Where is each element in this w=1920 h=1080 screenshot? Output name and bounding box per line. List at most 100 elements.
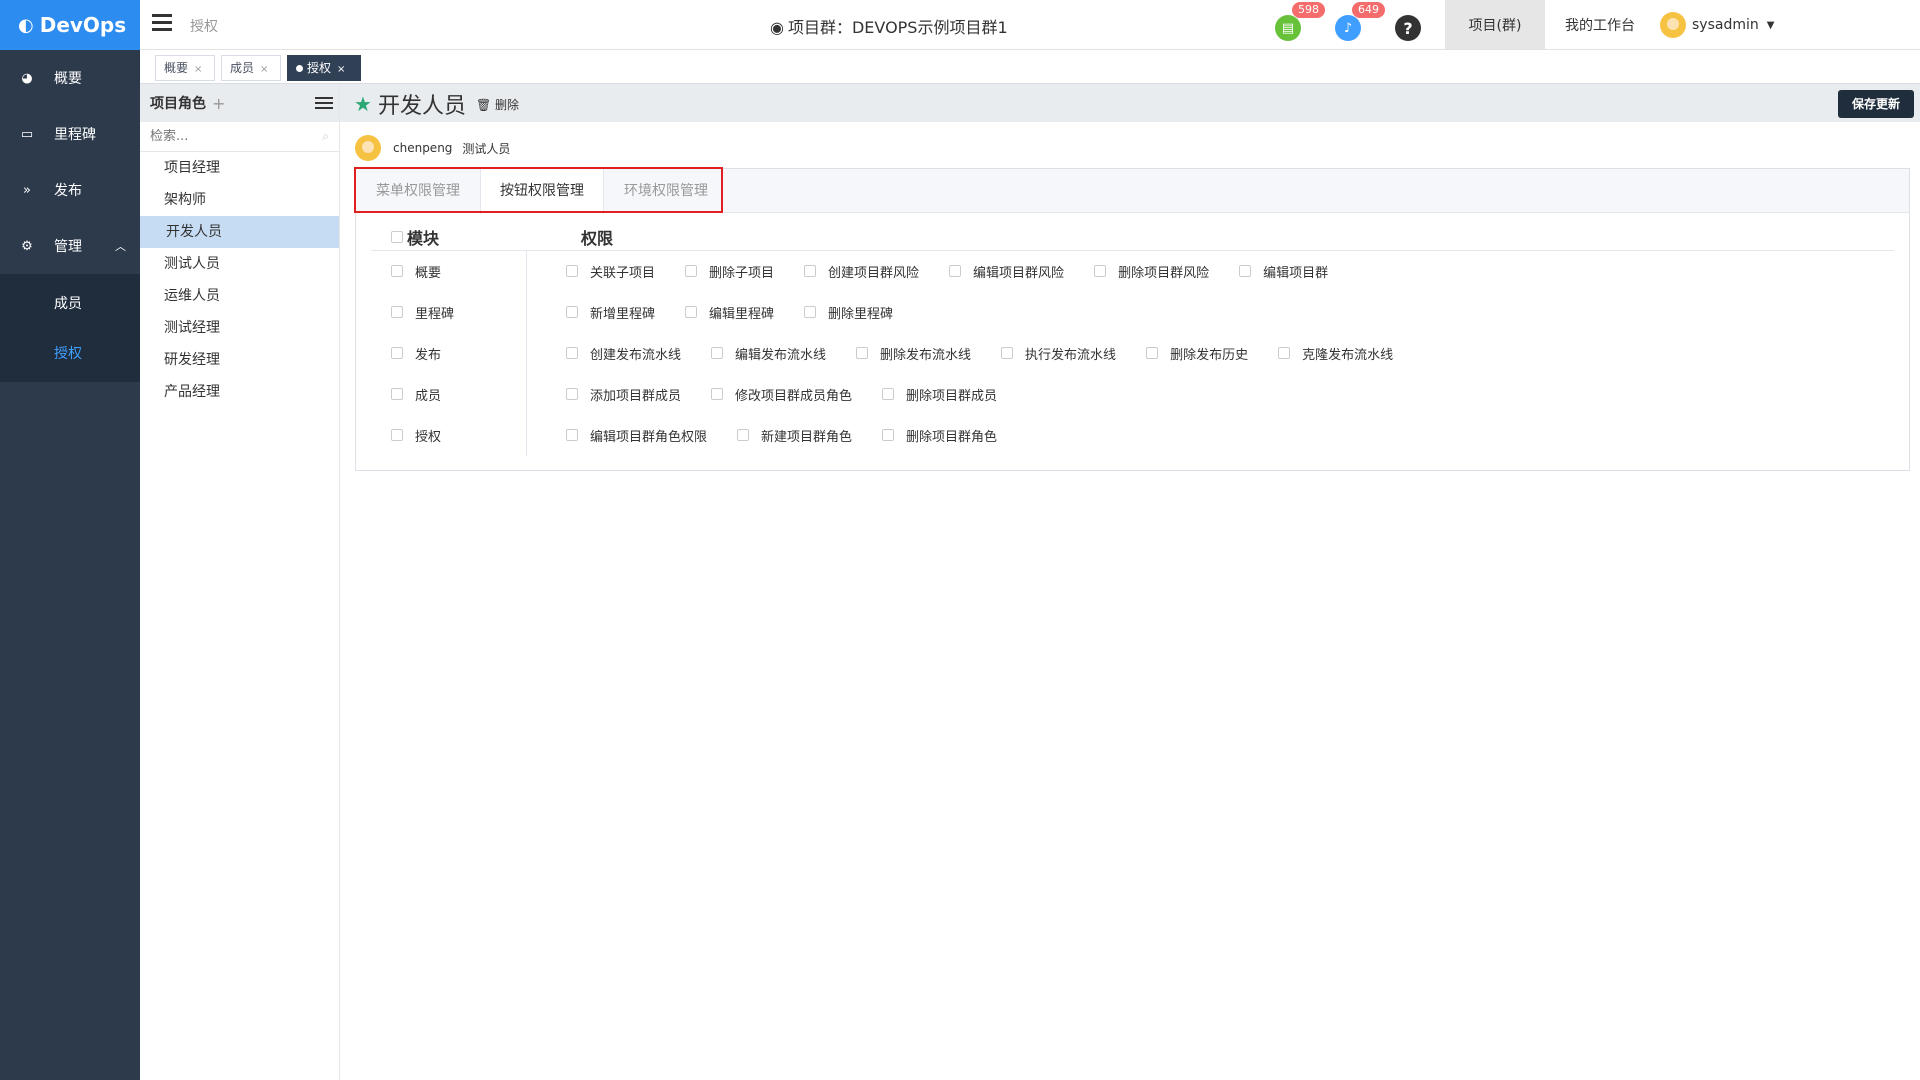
tag-authorization[interactable]: 授权 ×: [287, 55, 361, 81]
permission-checkbox[interactable]: [711, 347, 724, 359]
permission-item[interactable]: 克隆发布流水线: [1278, 344, 1393, 363]
close-icon[interactable]: ×: [260, 64, 268, 75]
permission-label: 添加项目群成员: [590, 388, 682, 404]
save-button[interactable]: 保存更新: [1837, 90, 1914, 118]
permission-item[interactable]: 删除项目群成员: [882, 385, 997, 404]
role-item[interactable]: 项目经理: [140, 152, 339, 184]
permission-item[interactable]: 删除里程碑: [804, 303, 893, 322]
role-title-text: 开发人员: [377, 94, 466, 119]
sidebar-item-label: 里程碑: [54, 127, 96, 143]
permission-checkbox[interactable]: [1146, 347, 1159, 359]
permission-checkbox[interactable]: [566, 347, 578, 359]
permission-item[interactable]: 编辑发布流水线: [711, 344, 826, 363]
tab-environment-permissions[interactable]: 环境权限管理: [604, 169, 728, 213]
role-item[interactable]: 架构师: [140, 184, 339, 216]
permission-item[interactable]: 新建项目群角色: [737, 426, 852, 445]
permission-label: 执行发布流水线: [1025, 347, 1117, 363]
module-column-label: 模块: [407, 229, 440, 248]
sidebar-item-milestone[interactable]: ▭ 里程碑: [0, 106, 140, 162]
permission-item[interactable]: 编辑项目群: [1239, 262, 1328, 281]
bell-icon[interactable]: ♪: [1335, 15, 1361, 41]
user-menu[interactable]: sysadmin ▼: [1660, 12, 1774, 38]
permission-checkbox[interactable]: [1001, 347, 1014, 359]
permission-checkbox[interactable]: [737, 429, 750, 441]
sidebar-subitem-members[interactable]: 成员: [0, 278, 140, 328]
module-checkbox[interactable]: [391, 388, 403, 400]
permission-checkbox[interactable]: [1278, 347, 1291, 359]
role-item[interactable]: 测试经理: [140, 312, 339, 344]
tag-members[interactable]: 成员 ×: [221, 55, 281, 81]
permission-checkbox[interactable]: [882, 388, 895, 400]
permission-checkbox[interactable]: [566, 388, 578, 400]
permission-checkbox[interactable]: [882, 429, 895, 441]
permission-label: 删除发布历史: [1170, 347, 1249, 363]
tab-button-permissions[interactable]: 按钮权限管理: [480, 169, 604, 214]
role-title: ★ 开发人员 🗑 删除: [354, 88, 519, 120]
permission-item[interactable]: 执行发布流水线: [1001, 344, 1116, 363]
add-role-icon[interactable]: +: [212, 94, 225, 113]
permission-checkbox[interactable]: [566, 429, 578, 441]
delete-label: 删除: [495, 97, 520, 112]
module-checkbox[interactable]: [391, 429, 403, 441]
permission-checkbox[interactable]: [949, 265, 962, 277]
header-tab-project[interactable]: 项目(群): [1445, 0, 1545, 50]
role-item[interactable]: 测试人员: [140, 248, 339, 280]
permission-item[interactable]: 编辑项目群风险: [949, 262, 1064, 281]
role-item-selected[interactable]: 开发人员: [140, 216, 339, 248]
permission-item[interactable]: 删除子项目: [685, 262, 774, 281]
permission-checkbox[interactable]: [1094, 265, 1107, 277]
permission-item[interactable]: 删除项目群风险: [1094, 262, 1209, 281]
hamburger-menu-icon[interactable]: [152, 14, 172, 35]
permission-item[interactable]: 新增里程碑: [566, 303, 655, 322]
list-menu-icon[interactable]: [315, 94, 333, 112]
permission-row: 发布 创建发布流水线 编辑发布流水线 删除发布流水线 执行发布流水线 删除发布历…: [391, 342, 1393, 364]
search-icon[interactable]: ⌕: [322, 129, 329, 144]
permission-item[interactable]: 创建项目群风险: [804, 262, 919, 281]
permission-item[interactable]: 关联子项目: [566, 262, 655, 281]
permission-item[interactable]: 添加项目群成员: [566, 385, 681, 404]
header-tab-workspace[interactable]: 我的工作台: [1545, 0, 1655, 50]
permission-checkbox[interactable]: [804, 265, 817, 277]
role-search-input[interactable]: [150, 129, 323, 144]
permission-checkbox[interactable]: [1239, 265, 1252, 277]
permission-item[interactable]: 删除发布流水线: [856, 344, 971, 363]
permission-checkbox[interactable]: [711, 388, 724, 400]
module-checkbox[interactable]: [391, 265, 403, 277]
permission-item[interactable]: 编辑项目群角色权限: [566, 426, 707, 445]
permission-checkbox[interactable]: [685, 265, 698, 277]
task-icon[interactable]: ▤: [1275, 15, 1301, 41]
permission-checkbox[interactable]: [566, 306, 578, 318]
app-logo[interactable]: ◐ DevOps: [0, 0, 140, 50]
sidebar-subitem-authorization[interactable]: 授权: [0, 328, 140, 378]
member-role: 测试人员: [462, 141, 511, 156]
permission-item[interactable]: 删除项目群角色: [882, 426, 997, 445]
star-icon: ★: [354, 92, 372, 116]
close-icon[interactable]: ×: [194, 64, 202, 75]
tag-overview[interactable]: 概要 ×: [155, 55, 215, 81]
delete-role-button[interactable]: 🗑 删除: [476, 96, 519, 113]
select-all-checkbox[interactable]: [391, 231, 403, 243]
sidebar-item-overview[interactable]: ◕ 概要: [0, 50, 140, 106]
permission-item[interactable]: 修改项目群成员角色: [711, 385, 852, 404]
permission-item[interactable]: 编辑里程碑: [685, 303, 774, 322]
permission-label: 编辑项目群角色权限: [590, 429, 708, 445]
permission-checkbox[interactable]: [566, 265, 578, 277]
permission-item[interactable]: 创建发布流水线: [566, 344, 681, 363]
permission-row: 授权 编辑项目群角色权限 新建项目群角色 删除项目群角色: [391, 424, 997, 446]
sidebar-item-manage[interactable]: ⚙ 管理 ︿: [0, 218, 140, 274]
active-dot-icon: [296, 65, 303, 72]
permission-checkbox[interactable]: [856, 347, 869, 359]
permission-tabs: 菜单权限管理 按钮权限管理 环境权限管理: [354, 167, 1909, 214]
permission-item[interactable]: 删除发布历史: [1146, 344, 1248, 363]
tab-menu-permissions[interactable]: 菜单权限管理: [356, 169, 480, 213]
help-icon[interactable]: ?: [1395, 15, 1421, 41]
close-icon[interactable]: ×: [337, 64, 345, 75]
role-item[interactable]: 产品经理: [140, 376, 339, 408]
module-checkbox[interactable]: [391, 347, 403, 359]
module-checkbox[interactable]: [391, 306, 403, 318]
permission-checkbox[interactable]: [685, 306, 698, 318]
sidebar-item-release[interactable]: » 发布: [0, 162, 140, 218]
permission-checkbox[interactable]: [804, 306, 817, 318]
role-item[interactable]: 研发经理: [140, 344, 339, 376]
role-item[interactable]: 运维人员: [140, 280, 339, 312]
